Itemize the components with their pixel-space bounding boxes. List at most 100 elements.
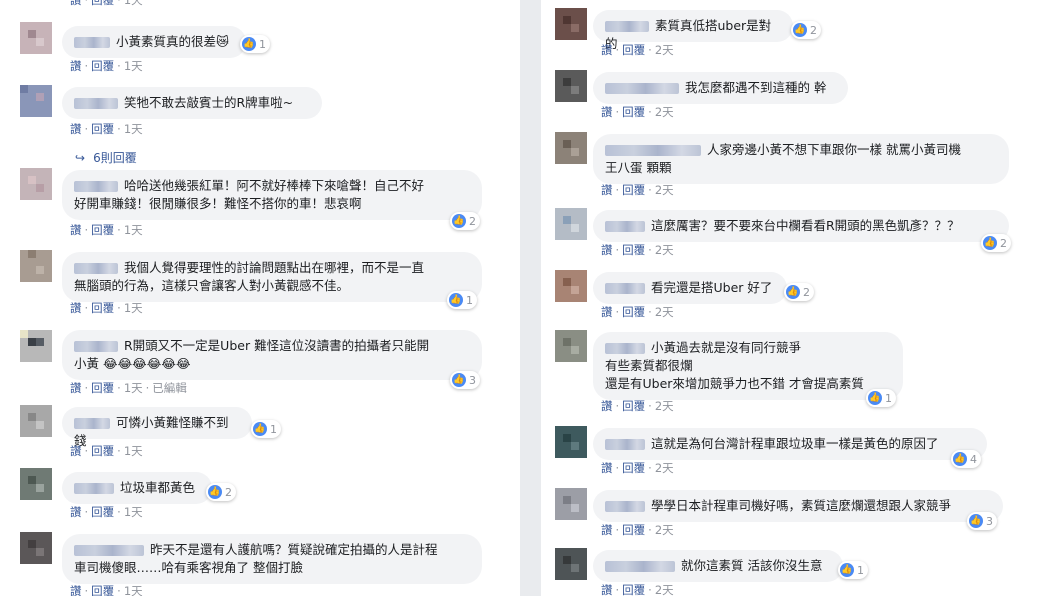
reply-link[interactable]: 回覆 bbox=[91, 0, 114, 7]
like-link[interactable]: 讚 bbox=[601, 399, 613, 413]
right-comment-panel: 素質真低搭uber是對的 👍 2 讚 · 回覆 · 2天 我怎麼都遇不到這種的 幹 讚 · 回… bbox=[541, 0, 1060, 596]
comment-text: 小黃素質真的很差😿 bbox=[116, 34, 230, 49]
avatar[interactable] bbox=[20, 405, 52, 437]
comment-time: 1天 bbox=[123, 223, 143, 237]
reply-link[interactable]: 回覆 bbox=[91, 505, 114, 519]
like-link[interactable]: 讚 bbox=[70, 122, 82, 136]
comment-text: 看完還是搭Uber 好了 bbox=[651, 280, 773, 295]
comment-time: 1天 bbox=[123, 301, 143, 315]
reply-link[interactable]: 回覆 bbox=[91, 444, 114, 458]
avatar[interactable] bbox=[555, 8, 587, 40]
like-link[interactable]: 讚 bbox=[601, 243, 613, 257]
like-link[interactable]: 讚 bbox=[601, 305, 613, 319]
reply-link[interactable]: 回覆 bbox=[91, 59, 114, 73]
author-name[interactable] bbox=[605, 343, 645, 354]
comment-time: 2天 bbox=[654, 523, 674, 537]
avatar[interactable] bbox=[555, 208, 587, 240]
reply-link[interactable]: 回覆 bbox=[622, 105, 645, 119]
like-link[interactable]: 讚 bbox=[70, 584, 82, 596]
avatar[interactable] bbox=[555, 132, 587, 164]
like-link[interactable]: 讚 bbox=[70, 381, 82, 395]
like-link[interactable]: 讚 bbox=[601, 105, 613, 119]
avatar[interactable] bbox=[555, 548, 587, 580]
reply-link[interactable]: 回覆 bbox=[622, 461, 645, 475]
avatar[interactable] bbox=[20, 330, 52, 362]
reply-link[interactable]: 回覆 bbox=[91, 381, 114, 395]
reaction-count[interactable]: 👍 1 bbox=[240, 35, 270, 53]
reply-link[interactable]: 回覆 bbox=[622, 399, 645, 413]
reaction-count[interactable]: 👍 2 bbox=[450, 212, 480, 230]
avatar[interactable] bbox=[20, 22, 52, 54]
like-icon: 👍 bbox=[793, 23, 807, 37]
author-name[interactable] bbox=[74, 341, 118, 352]
comment-actions: 讚 · 回覆 · 2天 bbox=[601, 43, 674, 57]
comment-text: 就你這素質 活該你沒生意 bbox=[681, 558, 823, 573]
reply-link[interactable]: 回覆 bbox=[622, 43, 645, 57]
like-link[interactable]: 讚 bbox=[70, 223, 82, 237]
avatar[interactable] bbox=[20, 468, 52, 500]
like-link[interactable]: 讚 bbox=[70, 0, 82, 7]
like-link[interactable]: 讚 bbox=[70, 505, 82, 519]
author-name[interactable] bbox=[605, 561, 675, 572]
view-replies-link[interactable]: ↪ 6則回覆 bbox=[75, 149, 137, 166]
like-link[interactable]: 讚 bbox=[70, 444, 82, 458]
author-name[interactable] bbox=[74, 263, 118, 274]
reply-link[interactable]: 回覆 bbox=[622, 243, 645, 257]
like-link[interactable]: 讚 bbox=[601, 523, 613, 537]
author-name[interactable] bbox=[605, 501, 645, 512]
reaction-count[interactable]: 👍 3 bbox=[450, 371, 480, 389]
author-name[interactable] bbox=[605, 439, 645, 450]
reply-link[interactable]: 回覆 bbox=[91, 584, 114, 596]
author-name[interactable] bbox=[605, 221, 645, 232]
reply-link[interactable]: 回覆 bbox=[622, 523, 645, 537]
author-name[interactable] bbox=[74, 483, 114, 494]
avatar[interactable] bbox=[555, 488, 587, 520]
avatar[interactable] bbox=[20, 168, 52, 200]
author-name[interactable] bbox=[74, 98, 118, 109]
author-name[interactable] bbox=[74, 181, 118, 192]
like-link[interactable]: 讚 bbox=[70, 59, 82, 73]
avatar[interactable] bbox=[555, 70, 587, 102]
comment-bubble: 就你這素質 活該你沒生意 bbox=[593, 550, 843, 582]
author-name[interactable] bbox=[605, 145, 701, 156]
author-name[interactable] bbox=[605, 83, 679, 94]
reply-link[interactable]: 回覆 bbox=[622, 183, 645, 197]
reply-link[interactable]: 回覆 bbox=[91, 223, 114, 237]
reply-arrow-icon: ↪ bbox=[75, 151, 86, 165]
comment-time: 1天 bbox=[123, 0, 143, 7]
like-link[interactable]: 讚 bbox=[70, 301, 82, 315]
avatar[interactable] bbox=[20, 532, 52, 564]
avatar[interactable] bbox=[20, 250, 52, 282]
reaction-count[interactable]: 👍 2 bbox=[981, 234, 1011, 252]
comment-text: 垃圾車都黃色 bbox=[120, 480, 196, 495]
author-name[interactable] bbox=[74, 418, 110, 429]
reaction-count[interactable]: 👍 2 bbox=[791, 21, 821, 39]
comment-actions: 讚 · 回覆 · 1天 bbox=[70, 301, 143, 315]
reaction-count[interactable]: 👍 1 bbox=[447, 291, 477, 309]
author-name[interactable] bbox=[605, 21, 649, 32]
author-name[interactable] bbox=[74, 545, 144, 556]
like-link[interactable]: 讚 bbox=[601, 183, 613, 197]
reaction-count[interactable]: 👍 1 bbox=[866, 389, 896, 407]
avatar[interactable] bbox=[20, 85, 52, 117]
author-name[interactable] bbox=[605, 283, 645, 294]
reaction-count[interactable]: 👍 2 bbox=[206, 483, 236, 501]
reaction-count[interactable]: 👍 2 bbox=[784, 283, 814, 301]
reply-link[interactable]: 回覆 bbox=[91, 301, 114, 315]
reaction-count[interactable]: 👍 1 bbox=[251, 420, 281, 438]
avatar[interactable] bbox=[555, 270, 587, 302]
like-link[interactable]: 讚 bbox=[601, 461, 613, 475]
reaction-count[interactable]: 👍 1 bbox=[838, 561, 868, 579]
like-link[interactable]: 讚 bbox=[601, 583, 613, 596]
author-name[interactable] bbox=[74, 37, 110, 48]
reply-link[interactable]: 回覆 bbox=[622, 583, 645, 596]
reaction-count[interactable]: 👍 3 bbox=[967, 512, 997, 530]
reply-link[interactable]: 回覆 bbox=[622, 305, 645, 319]
reaction-count[interactable]: 👍 4 bbox=[951, 450, 981, 468]
like-link[interactable]: 讚 bbox=[601, 43, 613, 57]
comment-time: 1天 bbox=[123, 444, 143, 458]
avatar[interactable] bbox=[555, 330, 587, 362]
comment-text: 學學日本計程車司機好嗎，素質這麼爛還想跟人家競爭 bbox=[651, 498, 952, 513]
reply-link[interactable]: 回覆 bbox=[91, 122, 114, 136]
avatar[interactable] bbox=[555, 426, 587, 458]
